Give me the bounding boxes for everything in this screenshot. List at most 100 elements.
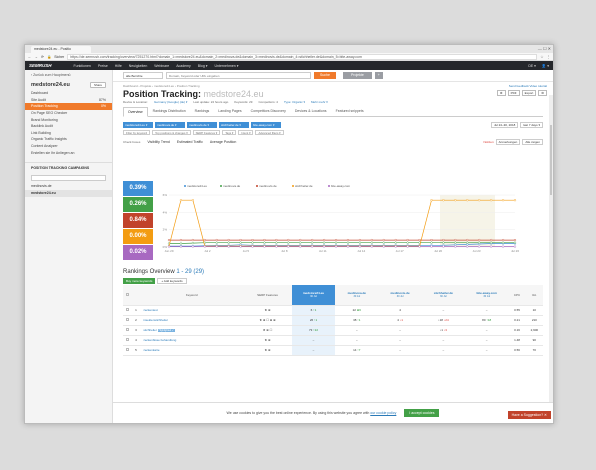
table-row[interactable]: 5 zeckenkarte ★ ⊕ – 14 ↑7– – – 0.56 70 [123, 345, 543, 356]
row-checkbox[interactable] [125, 338, 129, 341]
table-row[interactable]: 3 stichheiler Highlighted ✓ ★ ⊕ ☐ 73 ↑22– –… [123, 325, 543, 336]
tab-devices-locations[interactable]: Devices & Locations [291, 107, 331, 116]
suggestion-button[interactable]: Have a Suggestion? ✕ [507, 411, 551, 419]
sidebar-item[interactable]: Backlink Audit [25, 123, 112, 130]
tab-overview[interactable]: Overview [123, 107, 148, 117]
nav-item[interactable]: Academy [176, 64, 191, 68]
menu-icon[interactable]: ⋮ [547, 55, 551, 59]
pdf-button[interactable]: PDF [507, 90, 520, 96]
row-checkbox[interactable] [125, 328, 129, 331]
period-select[interactable]: last 7 days ▾ [520, 122, 543, 128]
table-row[interactable]: 2 insektenstichheiler ★ ⊕ ☐ ⊕ ⊕ 26 ↑1 38 ↑1… [123, 315, 543, 326]
metric-card[interactable]: 0.26% [123, 197, 153, 212]
campaign-item-selected[interactable]: medstore24.eu [25, 189, 112, 197]
domain-chip[interactable]: bite-away.com ▾ [251, 122, 281, 128]
positions-filter[interactable]: Top positions & changes ▾ [152, 130, 191, 135]
tab-rankings[interactable]: Rankings [191, 107, 214, 116]
sidebar-item[interactable]: Content Analyzer [25, 143, 112, 150]
metric-card[interactable]: 0.39% [123, 181, 153, 196]
user-menu[interactable]: 👤 ▾ [542, 64, 549, 68]
nav-item[interactable]: Funktionen [74, 64, 91, 68]
row-select[interactable] [123, 305, 132, 316]
serp-filter[interactable]: SERP Features ▾ [192, 130, 221, 135]
export-button[interactable]: Export [521, 90, 537, 96]
visibility-trend-tab[interactable]: Visibility Trend [147, 140, 170, 144]
column-keyword[interactable]: Keyword [140, 285, 244, 306]
tab-rankings-distribution[interactable]: Rankings Distribution [149, 107, 190, 116]
sidebar-item[interactable]: Organic Traffic Insights [25, 136, 112, 143]
add-keywords-button[interactable]: + Add keywords [157, 278, 187, 284]
back-icon[interactable]: ← [28, 55, 32, 59]
nav-item[interactable]: Neuigkeiten [129, 64, 147, 68]
type-select[interactable]: Type: Organic ▾ [284, 100, 305, 104]
buy-keywords-button[interactable]: Buy more keywords [123, 278, 156, 284]
intent-filter[interactable]: Intent ▾ [238, 130, 254, 135]
domain-chip[interactable]: medinova.de ▾ [155, 122, 185, 128]
tab-competitors-discovery[interactable]: Competitors Discovery [247, 107, 290, 116]
language-select[interactable]: DE ▾ [528, 64, 536, 68]
accept-cookies-button[interactable]: I accept cookies [404, 409, 440, 417]
row-select[interactable] [123, 315, 132, 326]
campaign-item[interactable]: medinovis.de [25, 183, 112, 190]
column-volume[interactable]: Vol. [525, 285, 543, 306]
keyword-cell[interactable]: stichheiler Highlighted ✓ [140, 325, 244, 336]
sidebar-item[interactable]: Link Building [25, 130, 112, 137]
tab-featured-snippets[interactable]: Featured snippets [332, 107, 368, 116]
sidebar-item[interactable]: Brand Monitoring [25, 116, 112, 123]
search-scope-select[interactable]: alle Berichte [123, 72, 163, 79]
column-domain[interactable]: medstore24.eu 30 Jul [291, 285, 336, 306]
advanced-filter[interactable]: Advanced filters ▾ [255, 130, 284, 135]
nav-item[interactable]: Preise [98, 64, 108, 68]
row-checkbox[interactable] [125, 308, 129, 311]
annotations-button[interactable]: Anmerkungen [495, 139, 521, 145]
search-input[interactable] [166, 72, 311, 79]
page-scrollbar[interactable] [549, 95, 553, 423]
row-checkbox[interactable] [125, 348, 129, 351]
projects-button[interactable]: Projekte [342, 72, 372, 79]
url-field[interactable]: https://de.semrush.com/tracking/overview… [67, 53, 538, 60]
sidebar-item[interactable]: On Page SEO Checker [25, 110, 112, 117]
domain-chip[interactable]: stichheiler.de ▾ [219, 122, 249, 128]
row-checkbox[interactable] [125, 318, 129, 321]
window-controls[interactable]: — ☐ ✕ [538, 46, 551, 51]
search-button[interactable]: Suche [314, 72, 336, 79]
row-select[interactable] [123, 325, 132, 336]
column-domain[interactable]: bite-away.com 30 Jul [465, 285, 509, 306]
metric-card[interactable]: 0.02% [123, 245, 153, 260]
table-row[interactable]: 4 zeckenbisse behandlung ★ ⊕ – – – – – 1.4… [123, 335, 543, 346]
settings-icon[interactable]: ⚙ [496, 90, 506, 96]
sidebar-item[interactable]: Position Tracking 0% [25, 103, 112, 110]
row-select[interactable] [123, 345, 132, 356]
date-range-picker[interactable]: Jul 24–30, 2018 [490, 122, 519, 128]
column-domain[interactable]: stichheiler.de 30 Jul [421, 285, 466, 306]
tags-filter[interactable]: Tags ▾ [222, 130, 237, 135]
average-position-tab[interactable]: Average Position [210, 140, 236, 144]
select-all-checkbox[interactable] [123, 285, 132, 306]
add-project-button[interactable]: + [374, 72, 383, 79]
tab-landing-pages[interactable]: Landing Pages [214, 107, 245, 116]
domain-chip[interactable]: medinovis.de ▾ [187, 122, 217, 128]
column-domain[interactable]: medinova.de 30 Jul [335, 285, 379, 306]
show-all-button[interactable]: Alle zeigen [522, 139, 543, 145]
location-select[interactable]: Germany (Google) (de) ▾ [154, 100, 187, 104]
nav-item[interactable]: Hilfe [115, 64, 122, 68]
keyword-cell[interactable]: zeckentest [140, 305, 244, 316]
estimated-traffic-tab[interactable]: Estimated Traffic [177, 140, 203, 144]
metric-card[interactable]: 0.00% [123, 229, 153, 244]
gear-icon[interactable]: ⚙ [538, 90, 547, 96]
nav-item[interactable]: Blog ▾ [198, 64, 208, 68]
keyword-cell[interactable]: insektenstichheiler [140, 315, 244, 326]
column-domain[interactable]: medinovis.de 30 Jul [378, 285, 422, 306]
reload-icon[interactable]: ⟳ [41, 55, 44, 59]
check-boxes-toggle[interactable]: Check boxes [123, 140, 140, 144]
nav-item[interactable]: Unternehmen ▾ [215, 64, 239, 68]
domain-chip[interactable]: medstore24.eu ▾ [123, 122, 153, 128]
forward-icon[interactable]: → [35, 55, 39, 59]
metric-card[interactable]: 0.84% [123, 213, 153, 228]
column-cpc[interactable]: CPC [508, 285, 526, 306]
keyword-filter-input[interactable]: Filter by keyword [123, 130, 151, 135]
keyword-cell[interactable]: zeckenkarte [140, 345, 244, 356]
back-to-menu-link[interactable]: ‹ Zurück zum Hauptmenü [25, 70, 112, 80]
keyword-cell[interactable]: zeckenbisse behandlung [140, 335, 244, 346]
row-select[interactable] [123, 335, 132, 346]
